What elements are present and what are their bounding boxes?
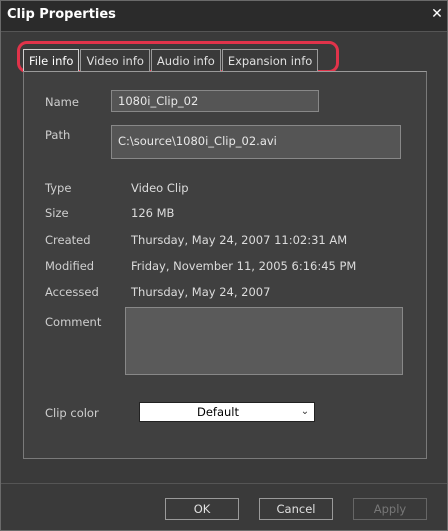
tab-expansion-info[interactable]: Expansion info — [221, 49, 319, 71]
tab-audio-info[interactable]: Audio info — [150, 49, 221, 71]
close-icon[interactable]: ✕ — [429, 6, 445, 22]
title-bar[interactable]: Clip Properties ✕ — [1, 1, 447, 32]
ok-button[interactable]: OK — [165, 498, 239, 520]
created-value: Thursday, May 24, 2007 11:02:31 AM — [131, 233, 348, 247]
size-value: 126 MB — [131, 206, 175, 220]
clip-color-select[interactable]: Default ⌄ — [139, 402, 315, 422]
type-value: Video Clip — [131, 181, 189, 195]
created-label: Created — [45, 233, 91, 247]
tab-file-info[interactable]: File info — [23, 49, 80, 71]
comment-label: Comment — [45, 315, 102, 329]
clip-color-label: Clip color — [45, 406, 99, 420]
type-label: Type — [45, 181, 72, 195]
window-title: Clip Properties — [7, 7, 116, 22]
accessed-value: Thursday, May 24, 2007 — [131, 285, 271, 299]
modified-value: Friday, November 11, 2005 6:16:45 PM — [131, 259, 357, 273]
footer-divider — [1, 483, 447, 484]
accessed-label: Accessed — [45, 285, 99, 299]
clip-properties-window: Clip Properties ✕ File info Video info A… — [0, 0, 448, 531]
clip-color-value: Default — [196, 405, 240, 419]
apply-button[interactable]: Apply — [353, 498, 427, 520]
size-label: Size — [45, 206, 69, 220]
path-field[interactable]: C:\source\1080i_Clip_02.avi — [111, 125, 401, 159]
cancel-button[interactable]: Cancel — [259, 498, 333, 520]
tab-video-info[interactable]: Video info — [80, 49, 150, 71]
path-label: Path — [45, 128, 71, 142]
chevron-down-icon[interactable]: ⌄ — [298, 405, 312, 419]
modified-label: Modified — [45, 259, 95, 273]
name-field[interactable]: 1080i_Clip_02 — [111, 90, 319, 112]
tab-strip: File info Video info Audio info Expansio… — [23, 49, 319, 71]
name-label: Name — [45, 95, 79, 109]
comment-field[interactable] — [125, 307, 403, 375]
